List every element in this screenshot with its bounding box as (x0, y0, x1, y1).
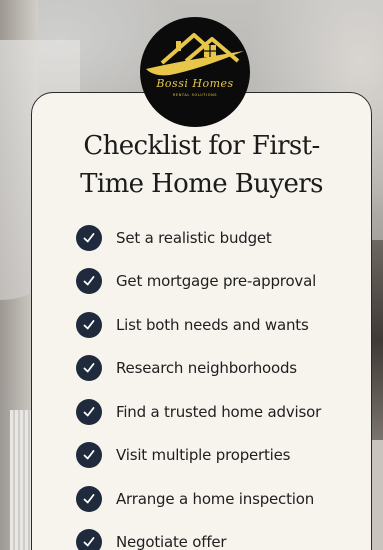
title-line-2: Time Home Buyers (80, 169, 323, 199)
check-icon (76, 311, 102, 338)
check-icon (76, 355, 102, 382)
checklist-item-label: Get mortgage pre-approval (116, 272, 317, 291)
check-icon (76, 442, 102, 469)
checklist-item: Find a trusted home advisor (76, 390, 321, 434)
house-roof-icon (146, 33, 244, 76)
checklist-item-label: List both needs and wants (116, 315, 309, 334)
check-icon (76, 485, 102, 512)
checklist-item: Visit multiple properties (76, 434, 321, 478)
checklist-item: Negotiate offer (76, 521, 321, 550)
checklist-item-label: Set a realistic budget (116, 228, 272, 247)
brand-logo: Bossi Homes RENTAL SOLUTIONS (140, 17, 250, 127)
title-line-1: Checklist for First- (83, 131, 320, 161)
check-icon (76, 224, 102, 251)
logo-wordmark: Bossi Homes (156, 77, 234, 90)
checklist-item-label: Find a trusted home advisor (116, 402, 322, 421)
check-icon (76, 529, 102, 550)
background-floor (372, 440, 383, 550)
check-icon (76, 398, 102, 425)
checklist-item: Research neighborhoods (76, 347, 321, 391)
checklist-item: Set a realistic budget (76, 216, 321, 260)
background-doorway (372, 240, 383, 440)
checklist-item-label: Arrange a home inspection (116, 489, 315, 508)
checklist-item-label: Negotiate offer (116, 533, 227, 550)
checklist-item: Arrange a home inspection (76, 477, 321, 521)
page: Bossi Homes RENTAL SOLUTIONS Checklist f… (0, 0, 383, 550)
check-icon (76, 268, 102, 295)
page-title: Checklist for First- Time Home Buyers (31, 127, 372, 203)
checklist-item-label: Visit multiple properties (116, 446, 291, 465)
checklist: Set a realistic budget Get mortgage pre-… (76, 216, 321, 550)
checklist-item-label: Research neighborhoods (116, 359, 297, 378)
logo-tagline: RENTAL SOLUTIONS (172, 93, 218, 97)
checklist-item: Get mortgage pre-approval (76, 260, 321, 304)
checklist-item: List both needs and wants (76, 303, 321, 347)
